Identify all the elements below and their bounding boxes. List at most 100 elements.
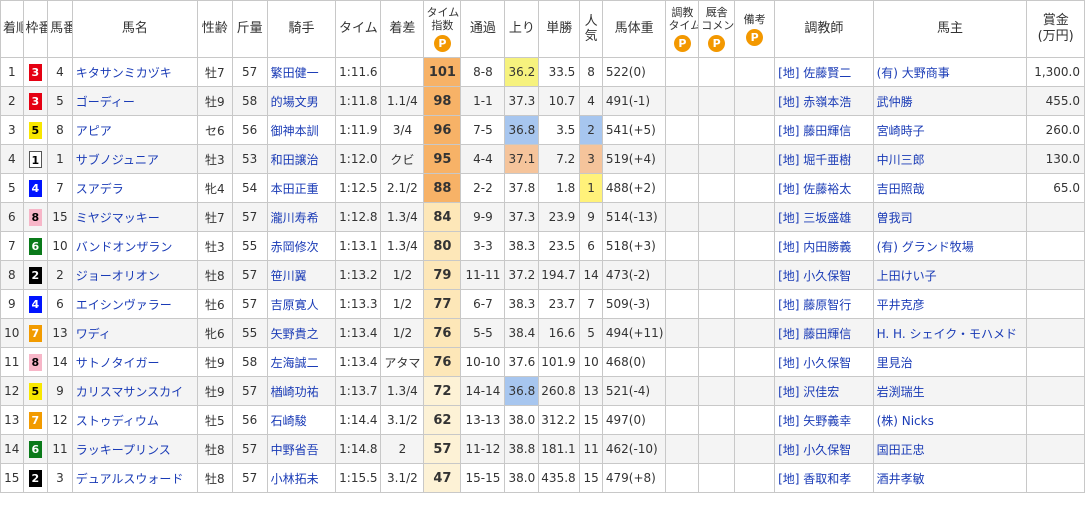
header-prize[interactable]: 賞金 (万円) (1026, 0, 1085, 58)
jockey-link[interactable]: 石崎駿 (266, 405, 337, 435)
owner-link[interactable]: 上田けい子 (872, 260, 1028, 290)
horse-name-link[interactable]: カリスマサンスカイ (71, 376, 198, 406)
last3f-cell: 38.0 (504, 463, 540, 493)
trainer-link[interactable]: [地] 藤田輝信 (774, 318, 874, 348)
time-cell: 1:12.0 (335, 144, 382, 174)
owner-link[interactable]: 中川三郎 (872, 144, 1028, 174)
jockey-link[interactable]: 赤岡修次 (266, 231, 337, 261)
trainer-link[interactable]: [地] 矢野義幸 (774, 405, 874, 435)
jockey-link[interactable]: 繁田健一 (266, 57, 337, 87)
trainer-link[interactable]: [地] 佐藤賢二 (774, 57, 874, 87)
header-rank[interactable]: 着順 (0, 0, 24, 58)
header-sexage[interactable]: 性齢 (196, 0, 233, 58)
time-index-cell: 62 (423, 405, 462, 435)
horse-name-link[interactable]: デュアルスウォード (71, 463, 198, 493)
horse-name-link[interactable]: ワディ (71, 318, 198, 348)
time-cell: 1:14.8 (335, 434, 382, 464)
jockey-link[interactable]: 楢崎功祐 (266, 376, 337, 406)
horse-name-link[interactable]: ストゥディウム (71, 405, 198, 435)
jockey-link[interactable]: 吉原寛人 (266, 289, 337, 319)
owner-link[interactable]: (株) Nicks (872, 405, 1028, 435)
horse-name-link[interactable]: ミヤジマッキー (71, 202, 198, 232)
horse-name-link[interactable]: サブノジュニア (71, 144, 198, 174)
owner-link[interactable]: H. H. シェイク・モハメド (872, 318, 1028, 348)
owner-link[interactable]: 武仲勝 (872, 86, 1028, 116)
trainer-link[interactable]: [地] 小久保智 (774, 260, 874, 290)
horse-name-link[interactable]: アピア (71, 115, 198, 145)
waku-badge: 5 (28, 382, 42, 400)
header-chokyo-time[interactable]: 調教 タイム P (665, 0, 700, 58)
horse-name-link[interactable]: ラッキープリンス (71, 434, 198, 464)
jockey-link[interactable]: 笹川翼 (266, 260, 337, 290)
jockey-link[interactable]: 小林拓未 (266, 463, 337, 493)
jockey-link[interactable]: 的場文男 (266, 86, 337, 116)
jockey-link[interactable]: 和田譲治 (266, 144, 337, 174)
header-time[interactable]: タイム (335, 0, 382, 58)
jockey-link[interactable]: 左海誠二 (266, 347, 337, 377)
owner-link[interactable]: 吉田照哉 (872, 173, 1028, 203)
header-popularity[interactable]: 人気 (579, 0, 603, 58)
trainer-link[interactable]: [地] 藤原智行 (774, 289, 874, 319)
bodyweight-cell: 518(+3) (601, 231, 667, 261)
margin-cell: 1.3/4 (380, 202, 425, 232)
remark-cell (734, 202, 776, 232)
header-last3f[interactable]: 上り (504, 0, 540, 58)
owner-link[interactable]: 宮崎時子 (872, 115, 1028, 145)
header-margin[interactable]: 着差 (380, 0, 425, 58)
header-jockey[interactable]: 騎手 (266, 0, 337, 58)
header-time-index[interactable]: タイム 指数 P (423, 0, 462, 58)
chokyo-cell (665, 231, 700, 261)
popularity-cell: 7 (579, 289, 603, 319)
table-row: 11 8 14 サトノタイガー 牡9 58 左海誠二 1:13.4 アタマ 76 10-10 37.6… (0, 347, 1085, 377)
owner-link[interactable]: 岩渕瑞生 (872, 376, 1028, 406)
trainer-link[interactable]: [地] 小久保智 (774, 434, 874, 464)
prize-cell: 1,300.0 (1026, 57, 1085, 87)
header-owner[interactable]: 馬主 (872, 0, 1028, 58)
header-trainer[interactable]: 調教師 (774, 0, 874, 58)
owner-link[interactable]: (有) グランド牧場 (872, 231, 1028, 261)
header-stable-comment[interactable]: 厩舎 コメント P (698, 0, 736, 58)
trainer-link[interactable]: [地] 三坂盛雄 (774, 202, 874, 232)
owner-link[interactable]: 国田正忠 (872, 434, 1028, 464)
remark-cell (734, 115, 776, 145)
header-waku[interactable]: 枠番 (22, 0, 49, 58)
jockey-link[interactable]: 矢野貴之 (266, 318, 337, 348)
header-weight[interactable]: 斤量 (231, 0, 268, 58)
jockey-link[interactable]: 御神本訓 (266, 115, 337, 145)
owner-link[interactable]: 平井克彦 (872, 289, 1028, 319)
owner-link[interactable]: 曽我司 (872, 202, 1028, 232)
trainer-link[interactable]: [地] 香取和孝 (774, 463, 874, 493)
trainer-link[interactable]: [地] 藤田輝信 (774, 115, 874, 145)
trainer-link[interactable]: [地] 堀千亜樹 (774, 144, 874, 174)
header-passing[interactable]: 通過 (460, 0, 506, 58)
horse-name-link[interactable]: サトノタイガー (71, 347, 198, 377)
trainer-link[interactable]: [地] 佐藤裕太 (774, 173, 874, 203)
jockey-link[interactable]: 瀧川寿希 (266, 202, 337, 232)
horse-name-link[interactable]: エイシンヴァラー (71, 289, 198, 319)
owner-link[interactable]: 里見治 (872, 347, 1028, 377)
umaban-cell: 1 (47, 144, 73, 174)
jockey-link[interactable]: 本田正重 (266, 173, 337, 203)
trainer-link[interactable]: [地] 内田勝義 (774, 231, 874, 261)
horse-name-link[interactable]: スアデラ (71, 173, 198, 203)
rank-cell: 9 (0, 289, 24, 319)
trainer-link[interactable]: [地] 小久保智 (774, 347, 874, 377)
trainer-link[interactable]: [地] 赤嶺本浩 (774, 86, 874, 116)
horse-name-link[interactable]: キタサンミカヅキ (71, 57, 198, 87)
sexage-cell: 牡9 (196, 347, 233, 377)
trainer-link[interactable]: [地] 沢佳宏 (774, 376, 874, 406)
horse-name-link[interactable]: バンドオンザラン (71, 231, 198, 261)
horse-name-link[interactable]: ジョーオリオン (71, 260, 198, 290)
rank-cell: 6 (0, 202, 24, 232)
jockey-link[interactable]: 中野省吾 (266, 434, 337, 464)
waku-badge: 8 (28, 353, 42, 371)
owner-link[interactable]: (有) 大野商事 (872, 57, 1028, 87)
header-name[interactable]: 馬名 (71, 0, 198, 58)
header-remark[interactable]: 備考 P (734, 0, 776, 58)
owner-link[interactable]: 酒井孝敏 (872, 463, 1028, 493)
horse-name-link[interactable]: ゴーディー (71, 86, 198, 116)
table-row: 6 8 15 ミヤジマッキー 牡7 57 瀧川寿希 1:12.8 1.3/4 84 9-9 37.3 2… (0, 202, 1085, 232)
header-odds[interactable]: 単勝 (538, 0, 581, 58)
header-umaban[interactable]: 馬番 (47, 0, 73, 58)
header-bodyweight[interactable]: 馬体重 (601, 0, 667, 58)
